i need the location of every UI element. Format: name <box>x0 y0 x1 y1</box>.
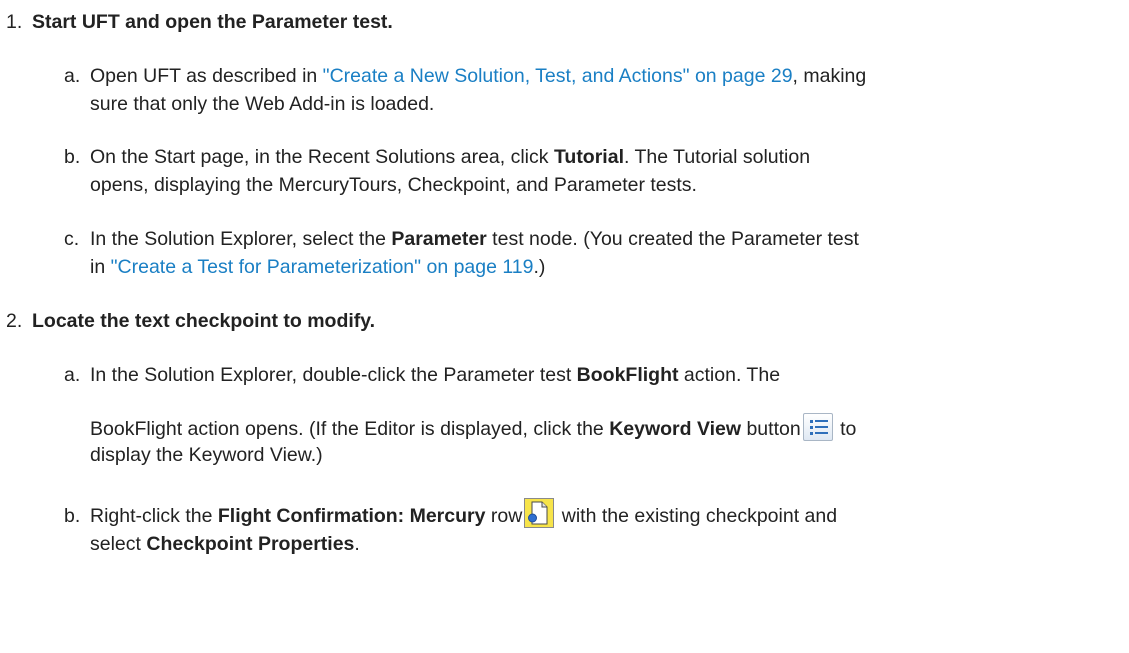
step-2b-line-2: select Checkpoint Properties. <box>90 532 360 556</box>
step-1c-text: In the Solution Explorer, select the <box>90 228 392 250</box>
step-1b-text-end: . The Tutorial solution <box>624 146 811 168</box>
step-1c-bold: Parameter <box>391 228 487 250</box>
page-checkpoint-icon <box>524 497 555 528</box>
step-1a-text-end: , making <box>792 65 867 87</box>
step-1b-line-1: b. On the Start page, in the Recent Solut… <box>64 145 810 169</box>
step-2a-line-2: BookFlight action opens. (If the Editor … <box>90 412 857 441</box>
step-1-title: Start UFT and open the Parameter test. <box>32 11 393 33</box>
create-test-param-link[interactable]: "Create a Test for Parameterization" on … <box>111 256 534 278</box>
step-2b-letter: b. <box>64 505 81 527</box>
step-2b-bold: Flight Confirmation: Mercury <box>217 505 486 527</box>
step-1b-letter: b. <box>64 146 81 168</box>
step-1-heading: 1. Start UFT and open the Parameter test. <box>6 10 393 34</box>
step-2a-bold: BookFlight <box>576 364 679 386</box>
step-2a-line-2-pre: BookFlight action opens. (If the Editor … <box>90 418 610 440</box>
step-2b-line-2-bold: Checkpoint Properties <box>146 533 355 555</box>
step-1a-letter: a. <box>64 65 81 87</box>
step-2a-line-2-post: to <box>834 418 857 440</box>
step-2a-line-3: display the Keyword View.) <box>90 444 323 466</box>
step-1-number: 1. <box>6 11 23 33</box>
step-2a-text: In the Solution Explorer, double-click t… <box>90 364 577 386</box>
step-2-number: 2. <box>6 310 23 332</box>
step-1b-line-2: opens, displaying the MercuryTours, Chec… <box>90 174 697 196</box>
step-2a-line-1: a. In the Solution Explorer, double-click… <box>64 363 780 387</box>
step-2b-text-row: row <box>485 505 523 527</box>
step-1c-line-2-pre: in <box>90 256 111 278</box>
step-1c-line-2-post: .) <box>533 256 546 278</box>
step-2a-letter: a. <box>64 364 81 386</box>
keyword-view-icon <box>802 412 833 441</box>
step-1c-letter: c. <box>64 228 80 250</box>
step-1b-bold: Tutorial <box>553 146 624 168</box>
step-1c-line-2: in "Create a Test for Parameterization" … <box>90 255 545 279</box>
step-2a-text-end: action. The <box>678 364 781 386</box>
step-1a-line-2: sure that only the Web Add-in is loaded. <box>90 93 435 115</box>
step-1a-line-1: a. Open UFT as described in "Create a New… <box>64 64 866 88</box>
step-2a-line-2-bold: Keyword View <box>609 418 742 440</box>
step-1c-text-end: test node. (You created the Parameter te… <box>486 228 859 250</box>
create-solution-link[interactable]: "Create a New Solution, Test, and Action… <box>323 65 793 87</box>
step-2b-line-2-post: . <box>354 533 360 555</box>
step-2b-line-1: b. Right-click the Flight Confirmation: M… <box>64 497 838 528</box>
step-1b-text: On the Start page, in the Recent Solutio… <box>90 146 554 168</box>
step-2a-line-2-mid: button <box>741 418 801 440</box>
step-2-title: Locate the text checkpoint to modify. <box>32 310 376 332</box>
step-1c-line-1: c. In the Solution Explorer, select the P… <box>64 227 859 251</box>
step-1a-text: Open UFT as described in <box>90 65 323 87</box>
step-2-heading: 2. Locate the text checkpoint to modify. <box>6 309 375 333</box>
step-2b-text: Right-click the <box>90 505 218 527</box>
document-page: 1. Start UFT and open the Parameter test.… <box>0 0 1129 653</box>
step-2b-text-end: with the existing checkpoint and <box>556 505 838 527</box>
step-2b-line-2-pre: select <box>90 533 147 555</box>
